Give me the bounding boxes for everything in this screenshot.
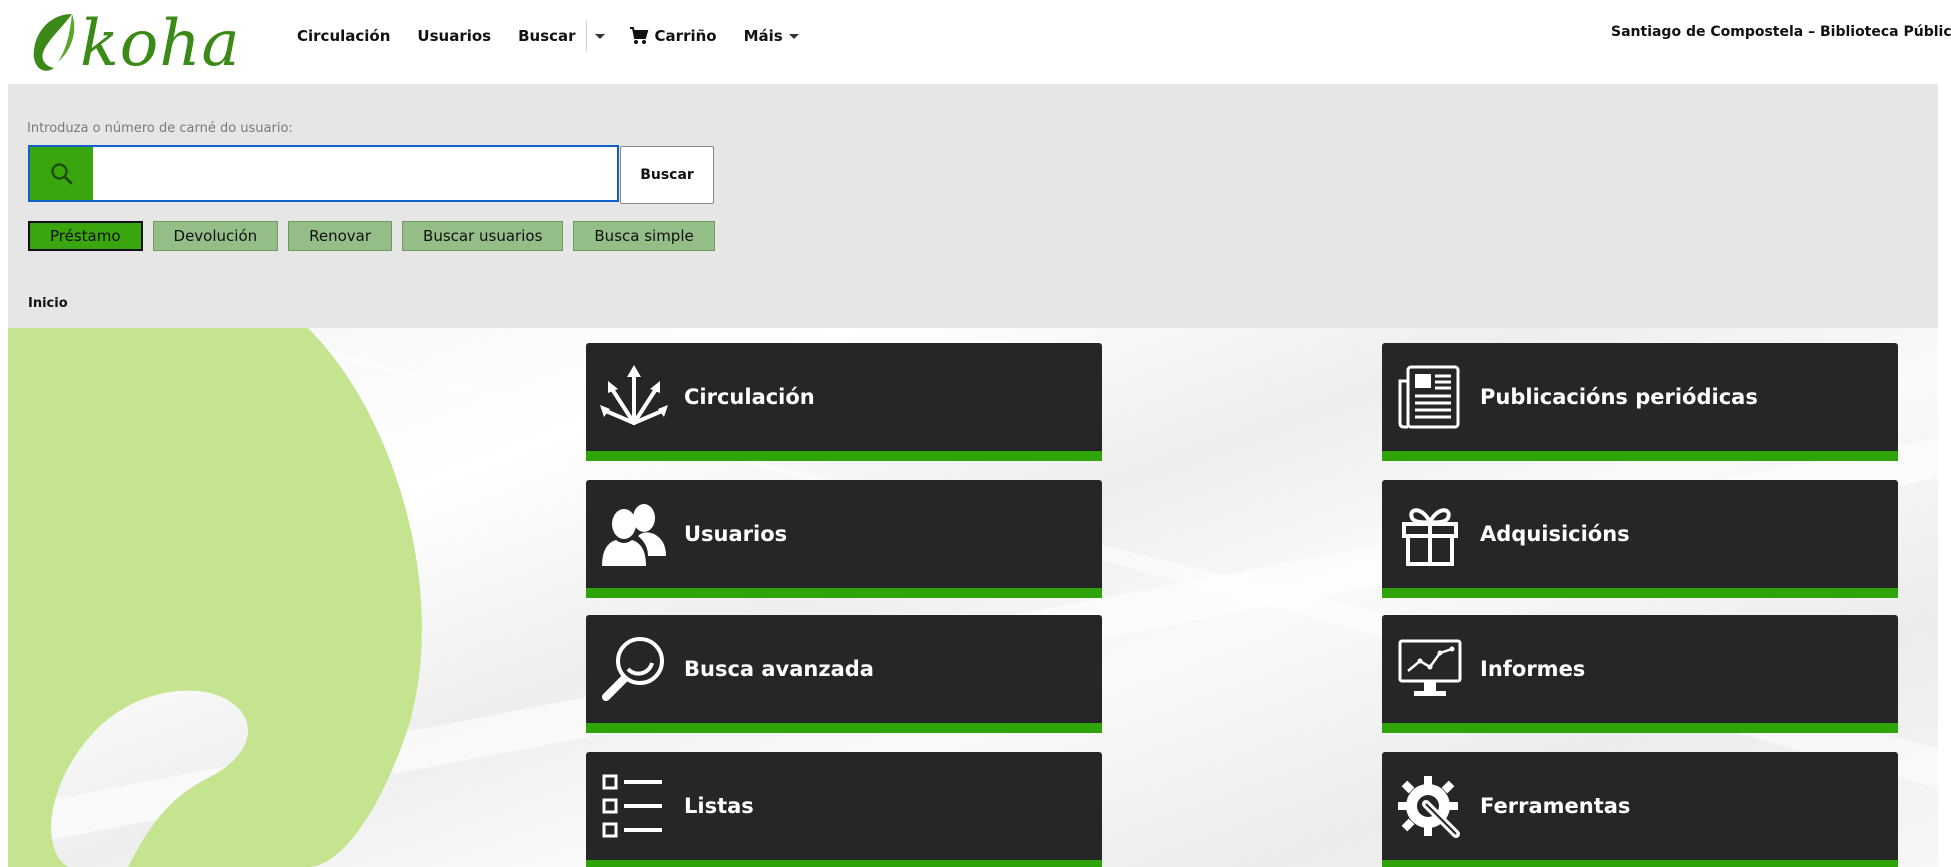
- module-tile-acquisitions[interactable]: Adquisicións: [1382, 480, 1898, 598]
- nav-more-label: Máis: [743, 27, 783, 45]
- search-field-label: Introduza o número de carné do usuario:: [27, 121, 293, 136]
- breadcrumb: Inicio: [28, 296, 68, 311]
- koha-leaf-icon: [33, 14, 75, 71]
- cart-icon: [629, 27, 648, 44]
- chevron-down-icon: [788, 33, 799, 39]
- gear-wrench-icon: [1398, 776, 1460, 838]
- module-label: Circulación: [684, 385, 815, 409]
- nav-cart-label: Carriño: [654, 27, 717, 45]
- nav-patrons[interactable]: Usuarios: [417, 27, 491, 45]
- module-label: Busca avanzada: [684, 657, 874, 681]
- users-icon: [602, 504, 666, 566]
- module-tile-tools[interactable]: Ferramentas: [1382, 752, 1898, 867]
- newspaper-icon: [1398, 365, 1460, 429]
- module-tile-circulation[interactable]: Circulación: [586, 343, 1102, 461]
- module-tile-advanced-search[interactable]: Busca avanzada: [586, 615, 1102, 733]
- module-label: Informes: [1480, 657, 1586, 681]
- main-nav: Circulación Usuarios Buscar Carriño Máis: [297, 21, 826, 51]
- search-icon-box: [30, 147, 93, 200]
- tab-simple-search[interactable]: Busca simple: [573, 221, 715, 251]
- module-tile-lists[interactable]: Listas: [586, 752, 1102, 867]
- top-navbar: koha Circulación Usuarios Buscar Carriño…: [0, 0, 1951, 84]
- module-tile-serials[interactable]: Publicacións periódicas: [1382, 343, 1898, 461]
- module-label: Listas: [684, 794, 754, 818]
- nav-search-split: Buscar: [518, 21, 605, 51]
- gift-icon: [1402, 508, 1458, 566]
- nav-circulation[interactable]: Circulación: [297, 27, 390, 45]
- module-tile-patrons[interactable]: Usuarios: [586, 480, 1102, 598]
- search-icon: [50, 162, 72, 184]
- module-label: Adquisicións: [1480, 522, 1630, 546]
- tab-renew[interactable]: Renovar: [288, 221, 393, 251]
- header-search-panel: Introduza o número de carné do usuario: …: [8, 84, 1938, 328]
- search-tabs: Préstamo Devolución Renovar Buscar usuar…: [28, 221, 725, 251]
- logo-text: koha: [80, 7, 241, 81]
- patron-search-box[interactable]: [28, 145, 619, 202]
- koha-logo[interactable]: koha: [28, 6, 240, 81]
- module-label: Usuarios: [684, 522, 788, 546]
- tab-checkout[interactable]: Préstamo: [28, 221, 143, 251]
- module-label: Ferramentas: [1480, 794, 1631, 818]
- nav-search[interactable]: Buscar: [518, 27, 575, 45]
- magnifier-icon: [602, 637, 664, 701]
- nav-cart[interactable]: Carriño: [629, 27, 717, 45]
- split-divider: [585, 21, 587, 51]
- list-icon: [602, 774, 662, 838]
- nav-more[interactable]: Máis: [744, 27, 799, 45]
- search-submit-button[interactable]: Buscar: [620, 146, 714, 204]
- circulation-arrows-icon: [600, 365, 668, 425]
- module-label: Publicacións periódicas: [1480, 385, 1758, 409]
- module-tile-reports[interactable]: Informes: [1382, 615, 1898, 733]
- search-dropdown-caret-icon[interactable]: [594, 33, 605, 39]
- tab-search-patrons[interactable]: Buscar usuarios: [402, 221, 564, 251]
- main-dashboard: Circulación Publicacións periódicas Usua…: [8, 328, 1938, 867]
- tab-checkin[interactable]: Devolución: [152, 221, 279, 251]
- chart-monitor-icon: [1398, 639, 1462, 696]
- patron-card-number-input[interactable]: [93, 147, 617, 200]
- library-name[interactable]: Santiago de Compostela – Biblioteca Públ…: [1611, 24, 1951, 40]
